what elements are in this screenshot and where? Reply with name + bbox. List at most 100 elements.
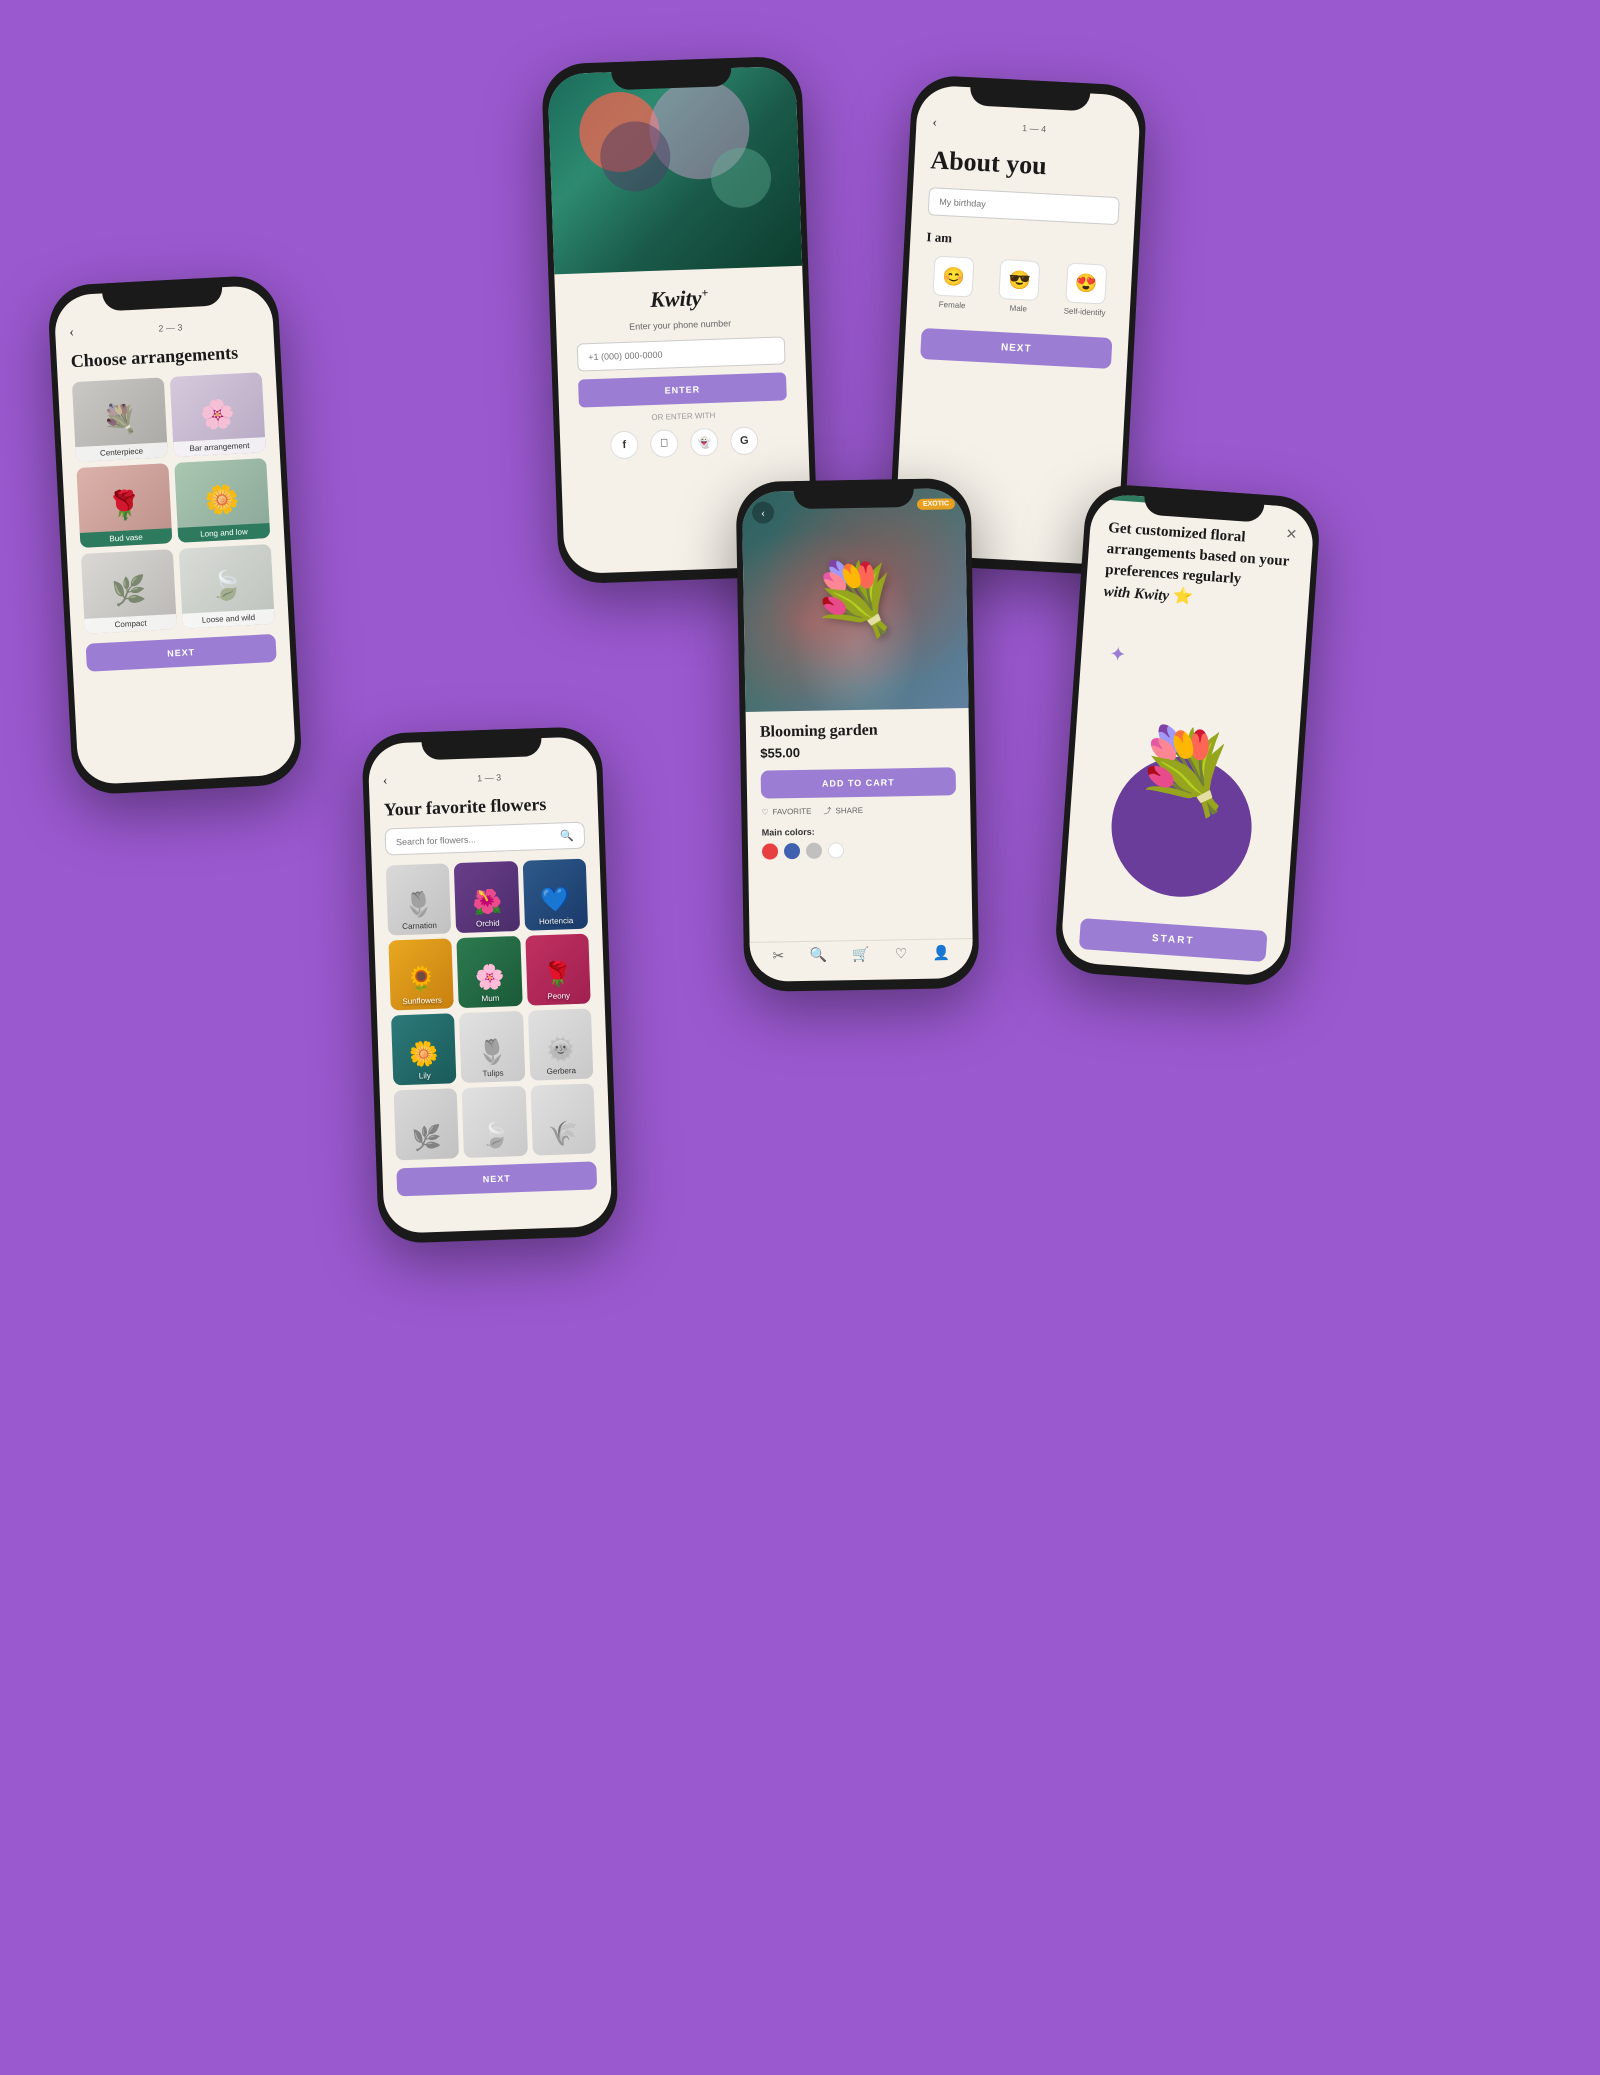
lily-label: Lily	[419, 1071, 431, 1080]
iam-label: I am	[926, 229, 1118, 255]
color-gray[interactable]	[806, 843, 822, 859]
nav-search-icon[interactable]: 🔍	[809, 948, 827, 965]
phone-promo: ✕ Get customized floral arrangements bas…	[1053, 482, 1322, 987]
flowers-grid: 🌷 Carnation 🌺 Orchid 💙 Hortencia 🌻 Sunfl…	[386, 859, 596, 1161]
progress-text: 1 — 4	[1022, 123, 1047, 134]
flower-carnation[interactable]: 🌷 Carnation	[386, 863, 452, 935]
flower-mum[interactable]: 🌸 Mum	[457, 936, 523, 1008]
about-title: About you	[930, 145, 1122, 185]
color-blue[interactable]	[784, 843, 800, 859]
flowers-search-input[interactable]	[396, 831, 555, 847]
share-action[interactable]: ⤴ SHARE	[823, 805, 863, 817]
self-identify-emoji: 😍	[1065, 263, 1107, 305]
female-emoji: 😊	[933, 256, 975, 298]
peony-label: Peony	[547, 991, 570, 1001]
gender-self-identify[interactable]: 😍 Self-identify	[1055, 262, 1116, 318]
product-hero-image: 💐 ‹ EXOTIC	[742, 488, 969, 712]
apple-login[interactable]: 	[650, 429, 679, 458]
mum-label: Mum	[481, 994, 499, 1004]
arrangements-grid: 💐 Centerpiece 🌸 Bar arrangement 🌹 Bud va…	[72, 372, 275, 634]
back-button[interactable]: ‹	[69, 325, 75, 341]
phone-notch	[793, 479, 913, 509]
flower-extra-3[interactable]: 🌾	[530, 1083, 596, 1155]
gender-female[interactable]: 😊 Female	[923, 255, 984, 311]
carnation-label: Carnation	[402, 921, 437, 931]
flower-orchid[interactable]: 🌺 Orchid	[454, 861, 520, 933]
google-login[interactable]: G	[730, 426, 759, 455]
phone-flowers-screen: ‹ 1 — 3 Your favorite flowers 🔍 🌷 Carnat…	[368, 736, 613, 1234]
product-colors	[762, 840, 957, 859]
phone-arrangements-screen: ‹ 2 — 3 Choose arrangements 💐 Centerpiec…	[53, 285, 296, 786]
snapchat-login[interactable]: 👻	[690, 428, 719, 457]
star-decoration: ⭐	[1172, 588, 1193, 606]
color-white[interactable]	[828, 842, 844, 858]
flower-extra-2[interactable]: 🍃	[462, 1086, 528, 1158]
about-nav: ‹ 1 — 4	[932, 115, 1124, 141]
facebook-login[interactable]: f	[610, 431, 639, 460]
promo-headline: Get customized floral arrangements based…	[1103, 518, 1296, 616]
phone-notch	[421, 728, 542, 760]
male-emoji: 😎	[999, 259, 1041, 301]
phone-promo-screen: ✕ Get customized floral arrangements bas…	[1060, 493, 1315, 977]
hortencia-label: Hortencia	[539, 916, 574, 926]
nav-heart-icon[interactable]: ♡	[895, 946, 908, 963]
sunflowers-label: Sunflowers	[402, 996, 442, 1006]
arrangement-compact[interactable]: 🌿 Compact	[81, 549, 177, 634]
back-button[interactable]: ‹	[383, 773, 388, 789]
arrangement-centerpiece[interactable]: 💐 Centerpiece	[72, 377, 168, 462]
favorite-action[interactable]: ♡ FAVORITE	[761, 806, 811, 818]
phone-notch	[611, 58, 732, 90]
hero-circle-3	[710, 147, 772, 209]
next-button[interactable]: NEXT	[86, 634, 277, 672]
colors-label: Main colors:	[762, 824, 957, 837]
login-content: Kwity+ Enter your phone number ENTER OR …	[554, 266, 809, 474]
heart-icon: ♡	[761, 808, 768, 817]
product-badge: EXOTIC	[917, 498, 955, 510]
nav-cart-icon[interactable]: 🛒	[852, 947, 870, 964]
back-button[interactable]: ‹	[932, 115, 938, 131]
phone-input[interactable]	[577, 336, 786, 371]
promo-visual: ✦ 💐	[1082, 611, 1289, 923]
flower-hortencia[interactable]: 💙 Hortencia	[522, 859, 588, 931]
flowers-nav: ‹ 1 — 3	[383, 767, 583, 790]
color-red[interactable]	[762, 843, 778, 859]
arrangement-loose-wild[interactable]: 🍃 Loose and wild	[179, 544, 275, 629]
gerbera-label: Gerbera	[547, 1066, 577, 1076]
flower-lily[interactable]: 🌼 Lily	[391, 1013, 457, 1085]
female-label: Female	[939, 300, 966, 310]
arrangement-bar[interactable]: 🌸 Bar arrangement	[170, 372, 266, 457]
star-icon: ✦	[1109, 642, 1127, 668]
flower-peony[interactable]: 🌹 Peony	[525, 934, 591, 1006]
arrangement-bud-vase[interactable]: 🌹 Bud vase	[76, 463, 172, 548]
self-identify-label: Self-identify	[1063, 306, 1105, 317]
gender-male[interactable]: 😎 Male	[989, 259, 1050, 315]
progress-indicator: 1 — 3	[395, 770, 583, 787]
flower-sunflowers[interactable]: 🌻 Sunflowers	[388, 938, 454, 1010]
close-button[interactable]: ✕	[1285, 526, 1298, 544]
product-name: Blooming garden	[760, 720, 955, 741]
flower-extra-1[interactable]: 🌿	[394, 1088, 460, 1160]
next-button[interactable]: NEXT	[920, 328, 1112, 369]
login-subtitle: Enter your phone number	[629, 318, 731, 332]
promo-content: Get customized floral arrangements based…	[1060, 499, 1315, 977]
share-icon: ⤴	[823, 805, 831, 816]
app-logo: Kwity+	[650, 285, 709, 313]
bottom-navigation: ✂ 🔍 🛒 ♡ 👤	[750, 938, 973, 972]
flowers-search-bar[interactable]: 🔍	[384, 822, 585, 856]
arrangement-long-low[interactable]: 🌼 Long and low	[174, 458, 270, 543]
flowers-title: Your favorite flowers	[383, 793, 584, 821]
add-to-cart-button[interactable]: ADD TO CART	[761, 767, 956, 798]
nav-scissors-icon[interactable]: ✂	[772, 948, 784, 965]
or-divider: OR ENTER WITH	[651, 411, 715, 422]
login-hero	[547, 66, 802, 275]
flower-gerbera[interactable]: 🌞 Gerbera	[528, 1008, 594, 1080]
flower-tulips[interactable]: 🌷 Tulips	[459, 1011, 525, 1083]
start-button[interactable]: START	[1079, 918, 1268, 962]
phone-product: 💐 ‹ EXOTIC Blooming garden $55.00 ADD TO…	[736, 478, 980, 992]
nav-profile-icon[interactable]: 👤	[933, 945, 951, 962]
next-button[interactable]: NEXT	[396, 1161, 597, 1196]
enter-button[interactable]: ENTER	[578, 372, 787, 407]
birthday-input[interactable]	[928, 187, 1120, 225]
gender-options: 😊 Female 😎 Male 😍 Self-identify	[923, 255, 1117, 318]
phone-product-screen: 💐 ‹ EXOTIC Blooming garden $55.00 ADD TO…	[742, 488, 974, 982]
